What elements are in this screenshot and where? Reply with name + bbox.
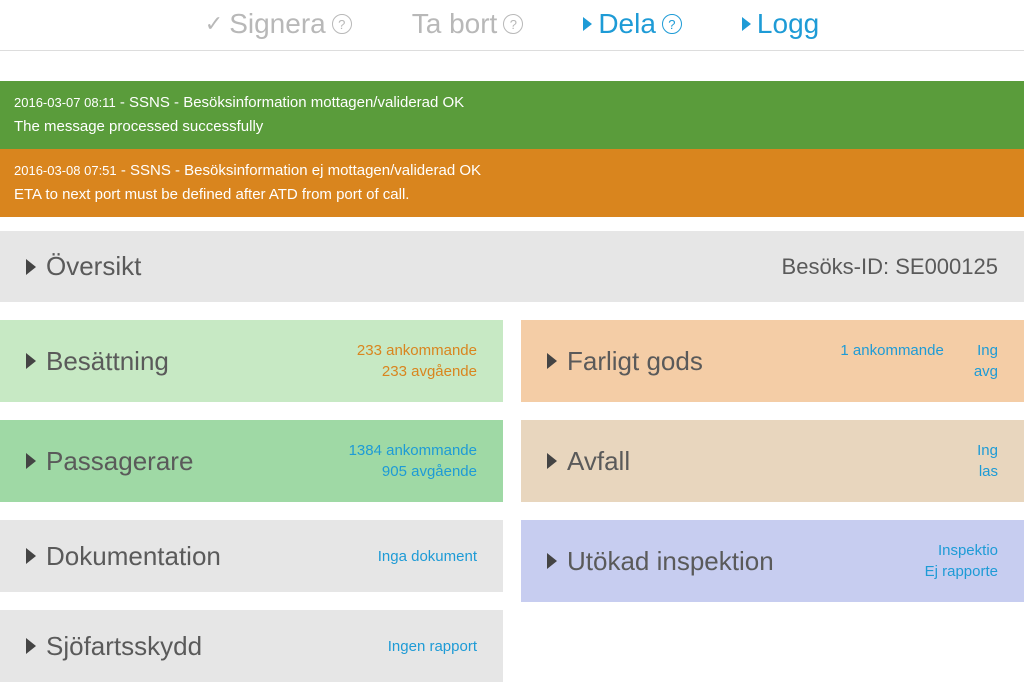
logg-action[interactable]: Logg [742, 8, 819, 40]
caret-right-icon [26, 259, 36, 275]
meta-line: avg [974, 361, 998, 382]
message-sep: - [121, 162, 130, 179]
caret-right-icon [26, 453, 36, 469]
message-body: ETA to next port must be defined after A… [14, 183, 1010, 207]
card-avfall[interactable]: Avfall Ing las [521, 420, 1024, 502]
triangle-icon [742, 17, 751, 31]
meta-line: 233 ankommande [357, 340, 477, 361]
message-timestamp: 2016-03-07 08:11 [14, 95, 116, 110]
meta-line: Ej rapporte [925, 561, 998, 582]
caret-right-icon [547, 553, 557, 569]
meta-line: 233 avgående [357, 361, 477, 382]
triangle-icon [583, 17, 592, 31]
tabort-label: Ta bort [412, 8, 498, 40]
overview-title: Översikt [46, 251, 141, 282]
meta-line: Ing [974, 340, 998, 361]
message-body: The message processed successfully [14, 115, 1010, 139]
overview-panel[interactable]: Översikt Besöks-ID: SE000125 [0, 231, 1024, 302]
right-column: Farligt gods 1 ankommande Ing avg Avfall… [521, 320, 1024, 682]
help-icon[interactable]: ? [662, 14, 682, 34]
card-meta: Inspektio Ej rapporte [925, 540, 998, 582]
message-timestamp: 2016-03-08 07:51 [14, 163, 117, 178]
card-meta: Ing las [977, 440, 998, 482]
card-meta: 1 ankommande Ing avg [840, 340, 998, 382]
message-warn: 2016-03-08 07:51 - SSNS - Besöksinformat… [0, 149, 1024, 217]
message-list: 2016-03-07 08:11 - SSNS - Besöksinformat… [0, 81, 1024, 217]
dela-action[interactable]: Dela ? [583, 8, 682, 40]
card-sjofartsskydd[interactable]: Sjöfartsskydd Ingen rapport [0, 610, 503, 682]
card-passagerare[interactable]: Passagerare 1384 ankommande 905 avgående [0, 420, 503, 502]
caret-right-icon [547, 353, 557, 369]
caret-right-icon [26, 548, 36, 564]
message-sep: - [120, 94, 129, 111]
card-meta: Inga dokument [378, 546, 477, 567]
signera-action[interactable]: ✓ Signera ? [205, 8, 352, 40]
message-title: SSNS - Besöksinformation ej mottagen/val… [130, 162, 481, 179]
meta-line: Ing [977, 440, 998, 461]
meta-line: 1 ankommande [840, 340, 943, 361]
card-farligt-gods[interactable]: Farligt gods 1 ankommande Ing avg [521, 320, 1024, 402]
card-dokumentation[interactable]: Dokumentation Inga dokument [0, 520, 503, 592]
card-title: Utökad inspektion [567, 546, 774, 577]
meta-line: Inga dokument [378, 546, 477, 567]
card-inspektion[interactable]: Utökad inspektion Inspektio Ej rapporte [521, 520, 1024, 602]
caret-right-icon [26, 638, 36, 654]
message-ok: 2016-03-07 08:11 - SSNS - Besöksinformat… [0, 81, 1024, 149]
visit-id: Besöks-ID: SE000125 [782, 254, 998, 280]
card-grid: Besättning 233 ankommande 233 avgående P… [0, 320, 1024, 682]
caret-right-icon [547, 453, 557, 469]
meta-line: las [977, 461, 998, 482]
dela-label: Dela [598, 8, 656, 40]
caret-right-icon [26, 353, 36, 369]
card-title: Farligt gods [567, 346, 703, 377]
card-besattning[interactable]: Besättning 233 ankommande 233 avgående [0, 320, 503, 402]
signera-label: Signera [229, 8, 326, 40]
top-toolbar: ✓ Signera ? Ta bort ? Dela ? Logg [0, 0, 1024, 51]
card-meta: 233 ankommande 233 avgående [357, 340, 477, 382]
left-column: Besättning 233 ankommande 233 avgående P… [0, 320, 503, 682]
tabort-action[interactable]: Ta bort ? [412, 8, 524, 40]
card-meta: Ingen rapport [388, 636, 477, 657]
meta-line: Inspektio [925, 540, 998, 561]
logg-label: Logg [757, 8, 819, 40]
meta-line: 1384 ankommande [349, 440, 477, 461]
meta-line: Ingen rapport [388, 636, 477, 657]
card-title: Passagerare [46, 446, 193, 477]
check-icon: ✓ [205, 11, 223, 37]
help-icon[interactable]: ? [503, 14, 523, 34]
message-title: SSNS - Besöksinformation mottagen/valide… [129, 94, 464, 111]
card-title: Dokumentation [46, 541, 221, 572]
card-title: Sjöfartsskydd [46, 631, 202, 662]
card-title: Besättning [46, 346, 169, 377]
meta-line: 905 avgående [349, 461, 477, 482]
card-meta: 1384 ankommande 905 avgående [349, 440, 477, 482]
help-icon[interactable]: ? [332, 14, 352, 34]
card-title: Avfall [567, 446, 630, 477]
